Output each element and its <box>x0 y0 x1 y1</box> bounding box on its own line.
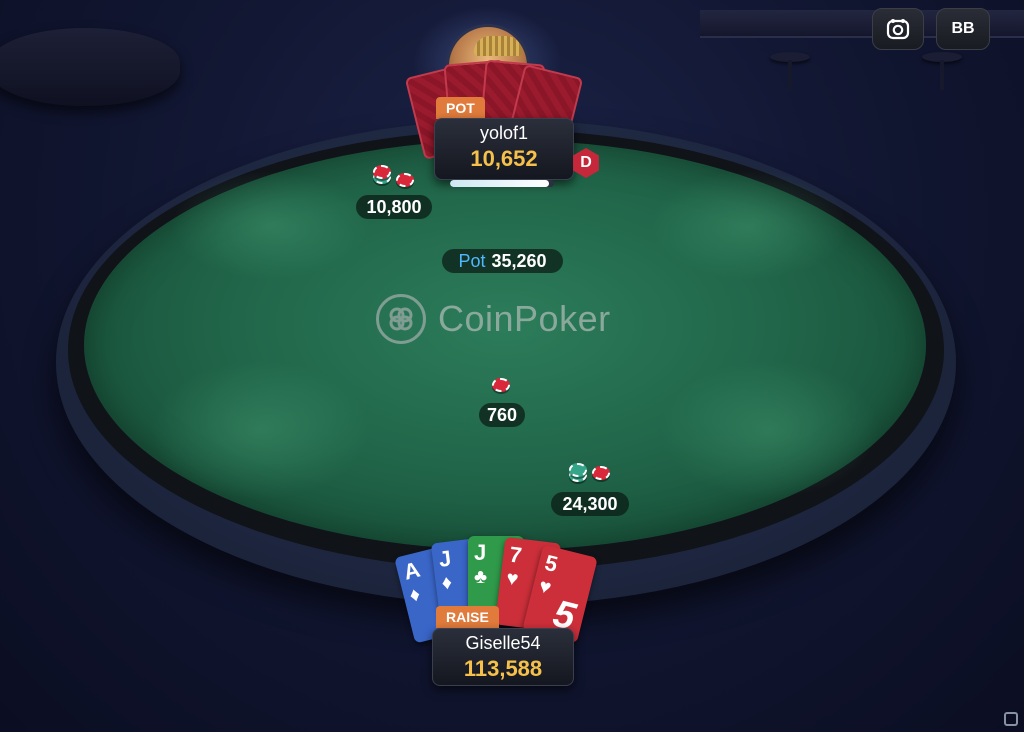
card-rank: J <box>437 545 453 572</box>
card-rank: 5 <box>542 549 561 578</box>
hero-action-tag: RAISE <box>436 606 499 628</box>
fullscreen-icon[interactable] <box>1004 712 1018 726</box>
chip-camera-button[interactable] <box>872 8 924 50</box>
action-timer-bar <box>450 180 554 187</box>
opponent-stack: 10,652 <box>470 146 538 171</box>
chip-icon <box>492 378 510 392</box>
felt-glow <box>170 170 370 280</box>
bb-toggle-button[interactable]: BB <box>936 8 990 50</box>
opponent-bet-amount: 10,800 <box>356 195 432 219</box>
background-stool-leg <box>788 60 792 90</box>
card-suit-icon: ♦ <box>407 583 423 608</box>
coinpoker-logo-icon <box>376 294 426 344</box>
chip-icon <box>373 165 391 179</box>
chip-icon <box>396 173 414 187</box>
pot-amount: 35,260 <box>491 250 547 271</box>
chip-icon <box>569 463 587 477</box>
logo-text: CoinPoker <box>438 298 611 339</box>
opponent-avatar-hair <box>474 36 522 56</box>
pot-label: Pot <box>458 250 486 271</box>
felt-glow <box>650 170 850 280</box>
center-bet-amount: 760 <box>479 403 525 427</box>
hero-info-panel[interactable]: Giselle54 113,588 <box>432 628 574 686</box>
chip-icon <box>592 466 610 480</box>
opponent-info-panel[interactable]: yolof1 10,652 <box>434 118 574 180</box>
hero-stack: 113,588 <box>463 656 543 681</box>
chip-camera-icon <box>886 19 910 40</box>
card-suit-icon: ♦ <box>440 571 454 595</box>
card-suit-icon: ♥ <box>536 575 554 600</box>
opponent-action-tag: POT <box>436 97 485 119</box>
felt-glow <box>660 360 880 500</box>
hero-bet-amount: 24,300 <box>551 492 629 516</box>
card-suit-icon: ♣ <box>474 566 488 588</box>
card-suit-icon: ♥ <box>505 567 520 591</box>
action-timer-fill <box>450 180 549 187</box>
background-stool-leg <box>940 60 944 90</box>
background-table <box>0 28 180 106</box>
card-rank: J <box>474 540 487 565</box>
pot-display: Pot 35,260 <box>442 249 563 273</box>
opponent-name: yolof1 <box>479 123 529 143</box>
card-rank: A <box>400 556 423 585</box>
felt-glow <box>150 360 370 500</box>
card-rank: 7 <box>507 541 524 568</box>
hero-name: Giselle54 <box>465 633 541 653</box>
table-logo: CoinPoker <box>376 293 611 345</box>
